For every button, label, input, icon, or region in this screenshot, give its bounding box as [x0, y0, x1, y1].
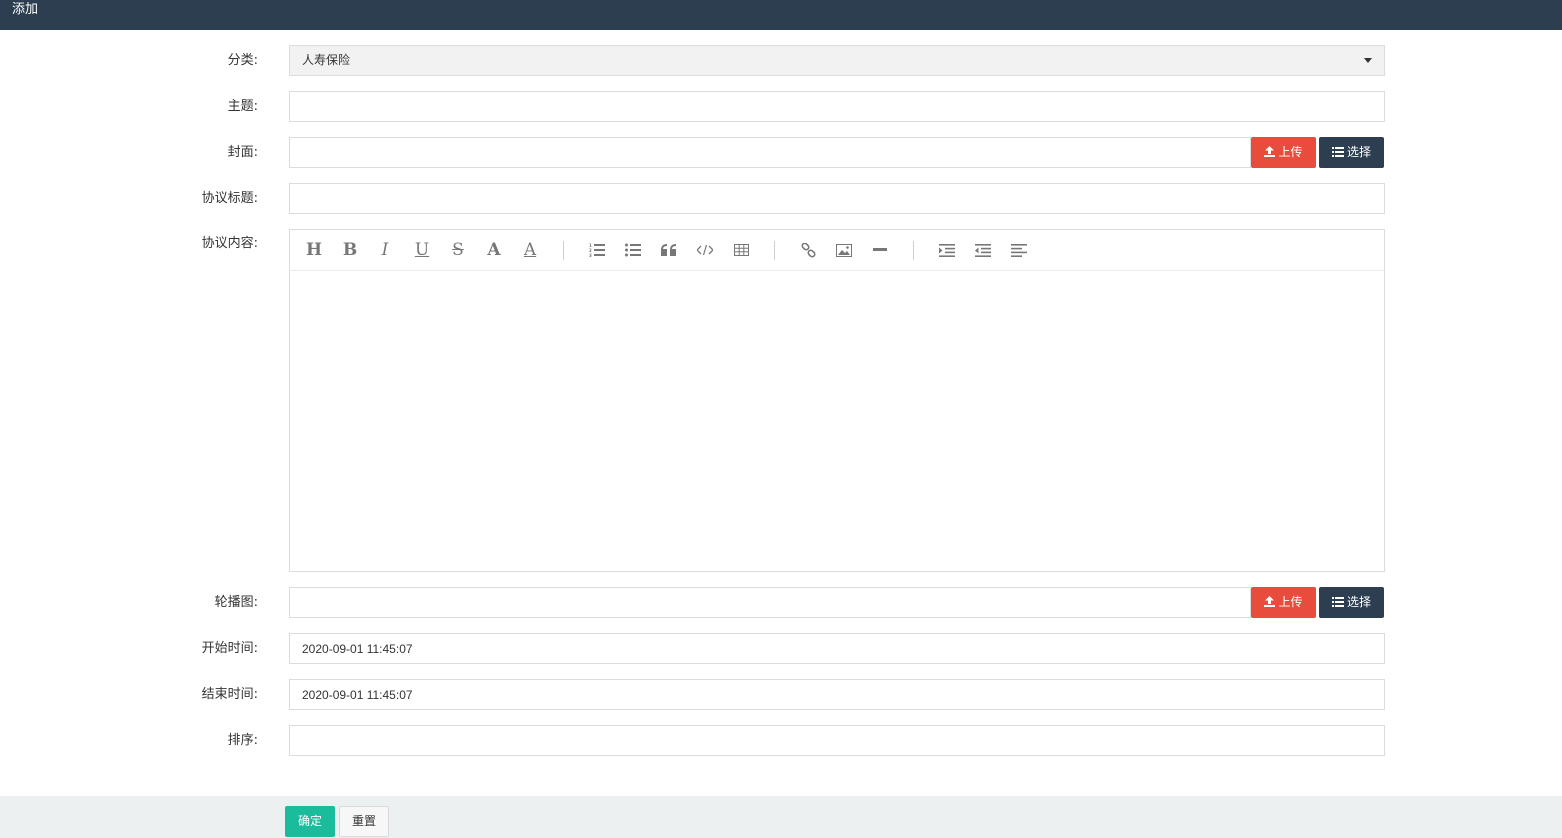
strikethrough-icon[interactable]: S	[446, 238, 470, 262]
carousel-input[interactable]	[289, 587, 1251, 618]
code-icon[interactable]	[693, 238, 717, 262]
cover-upload-button[interactable]: 上传	[1251, 137, 1316, 168]
heading-icon[interactable]: H	[302, 238, 326, 262]
start-time-input[interactable]	[289, 633, 1385, 664]
background-color-icon[interactable]: A	[518, 238, 542, 262]
blockquote-icon[interactable]	[657, 238, 681, 262]
table-icon[interactable]	[729, 238, 753, 262]
subject-input[interactable]	[289, 91, 1385, 122]
cover-choose-label: 选择	[1346, 145, 1371, 159]
start-time-label: 开始时间:	[201, 641, 258, 656]
toolbar-divider	[563, 241, 564, 260]
upload-icon	[1264, 138, 1276, 169]
indent-icon[interactable]	[935, 238, 959, 262]
bold-icon[interactable]: B	[338, 238, 362, 262]
subject-label: 主题:	[227, 99, 258, 114]
carousel-upload-label: 上传	[1278, 595, 1303, 609]
svg-text:3: 3	[589, 253, 592, 257]
toolbar-divider	[774, 241, 775, 260]
rich-text-editor: H B I U S A A 123	[289, 229, 1385, 572]
italic-icon[interactable]: I	[373, 238, 397, 262]
cover-label: 封面:	[227, 145, 258, 160]
page-header: 添加	[0, 0, 1562, 30]
font-color-icon[interactable]: A	[482, 238, 506, 262]
toolbar-divider	[913, 241, 914, 260]
reset-button[interactable]: 重置	[339, 806, 389, 837]
category-selected-value: 人寿保险	[302, 53, 351, 67]
sort-input[interactable]	[289, 725, 1385, 756]
cover-choose-button[interactable]: 选择	[1319, 137, 1384, 168]
end-time-label: 结束时间:	[201, 687, 258, 702]
end-time-input[interactable]	[289, 679, 1385, 710]
confirm-button[interactable]: 确定	[285, 806, 335, 837]
form-footer: 确定 重置	[0, 796, 1562, 838]
link-icon[interactable]	[796, 238, 820, 262]
cover-input[interactable]	[289, 137, 1251, 168]
editor-content-area[interactable]	[290, 271, 1384, 571]
unordered-list-icon[interactable]	[621, 238, 645, 262]
hr-icon[interactable]	[868, 238, 892, 262]
image-icon[interactable]	[832, 238, 856, 262]
carousel-upload-button[interactable]: 上传	[1251, 587, 1316, 618]
underline-icon[interactable]: U	[410, 238, 434, 262]
sort-label: 排序:	[227, 733, 258, 748]
ordered-list-icon[interactable]: 123	[585, 238, 609, 262]
chevron-down-icon	[1364, 58, 1372, 63]
category-label: 分类:	[227, 53, 258, 68]
editor-toolbar: H B I U S A A 123	[290, 230, 1384, 271]
agreement-title-input[interactable]	[289, 183, 1385, 214]
list-icon	[1331, 588, 1344, 619]
page-title: 添加	[12, 2, 39, 17]
upload-icon	[1264, 588, 1276, 619]
agreement-content-label: 协议内容:	[201, 236, 258, 251]
carousel-choose-label: 选择	[1346, 595, 1371, 609]
list-icon	[1331, 138, 1344, 169]
agreement-title-label: 协议标题:	[201, 191, 258, 206]
outdent-icon[interactable]	[971, 238, 995, 262]
category-select[interactable]: 人寿保险	[289, 45, 1385, 76]
carousel-label: 轮播图:	[214, 595, 258, 610]
cover-upload-label: 上传	[1278, 145, 1303, 159]
align-icon[interactable]	[1007, 238, 1031, 262]
carousel-choose-button[interactable]: 选择	[1319, 587, 1384, 618]
